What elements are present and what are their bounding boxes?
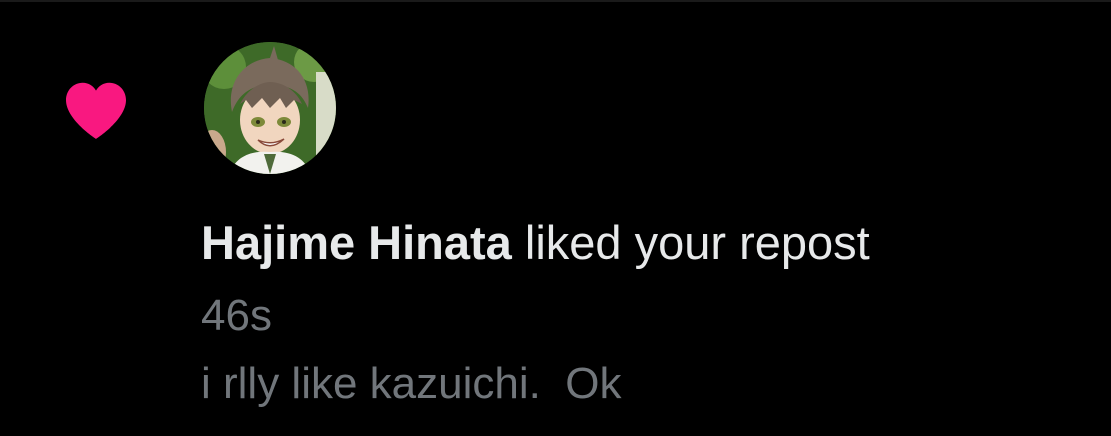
notification-headline: Hajime Hinata liked your repost (201, 212, 870, 274)
reposted-post-text[interactable]: i rlly like kazuichi. Ok (201, 354, 622, 414)
timestamp: 46s (201, 291, 272, 340)
heart-icon (66, 82, 126, 139)
actor-name-link[interactable]: Hajime Hinata (201, 216, 512, 269)
like-notification[interactable]: Hajime Hinata liked your repost 46s i rl… (0, 0, 1111, 436)
action-text: liked your repost (511, 216, 870, 269)
avatar-image (204, 42, 336, 174)
avatar[interactable] (204, 42, 336, 174)
